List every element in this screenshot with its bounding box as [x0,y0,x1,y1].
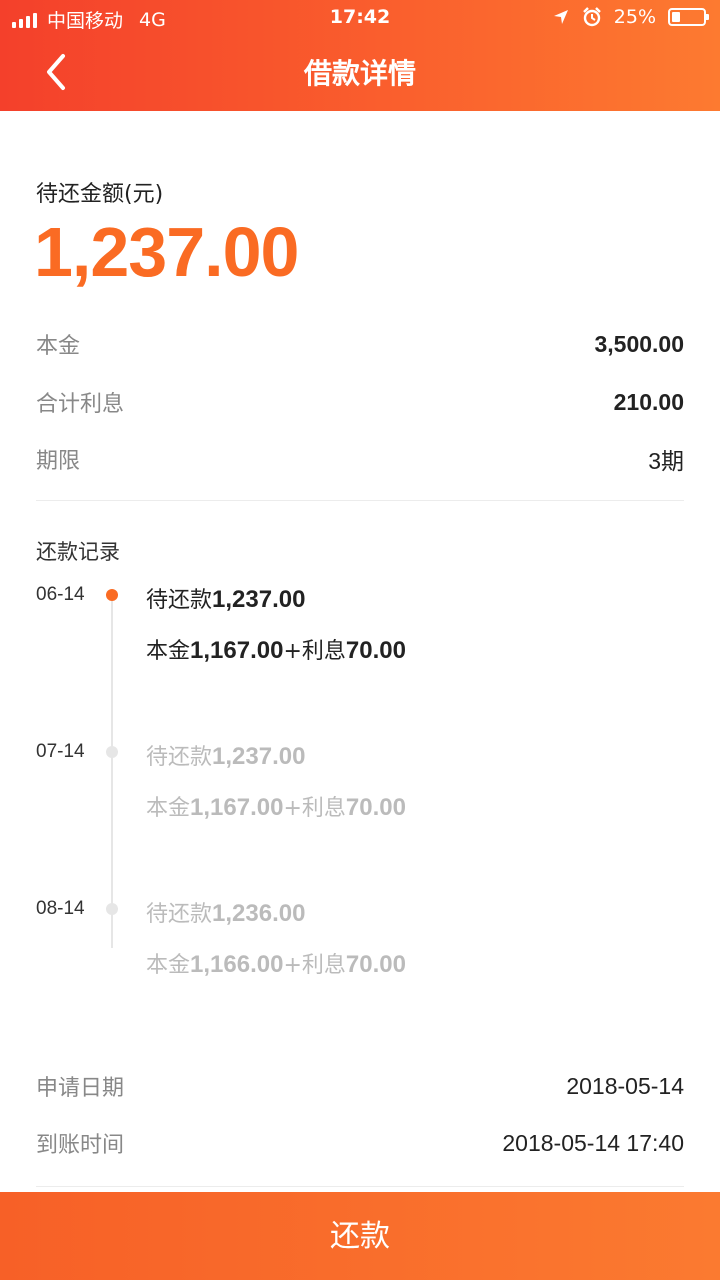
records-title: 还款记录 [36,540,120,564]
record-date: 06-14 [36,584,85,605]
info-row-arrival-time: 到账时间 2018-05-14 17:40 [36,1123,684,1163]
battery-icon [668,8,709,26]
record-principal: 1,167.00 [190,637,284,664]
record-due-prefix: 待还款 [146,588,213,613]
alarm-clock-icon [582,7,601,27]
record-interest-prefix: +利息 [283,796,346,821]
summary-value: 210.00 [613,388,684,415]
timeline-dot [106,903,118,915]
status-bar: 中国移动 4G 17:42 25% [0,0,720,36]
divider [36,500,684,501]
record-breakdown: 本金1,167.00+利息70.00 [146,633,406,665]
summary-value: 3期 [648,448,684,474]
record-due-prefix: 待还款 [146,745,213,770]
location-arrow-icon [553,10,568,24]
amount-value: 1,237.00 [34,213,299,291]
amount-label: 待还金额(元) [36,182,164,207]
info-row-apply-date: 申请日期 2018-05-14 [36,1066,684,1106]
info-value: 2018-05-14 [566,1072,684,1099]
repay-button[interactable]: 还款 [0,1192,720,1280]
info-label: 到账时间 [36,1133,125,1158]
timeline-dot-active [106,589,118,601]
divider [36,1186,684,1187]
record-due: 待还款1,237.00 [146,582,305,614]
record-interest: 70.00 [345,951,406,978]
summary-value: 3,500.00 [594,330,684,357]
record-due-amount: 1,236.00 [212,900,306,927]
summary-row-principal: 本金 3,500.00 [36,324,684,364]
record-principal: 1,166.00 [190,951,284,978]
record-interest-prefix: +利息 [283,639,346,664]
record-due: 待还款1,237.00 [146,739,305,771]
info-label: 申请日期 [36,1076,125,1101]
record-interest: 70.00 [345,794,406,821]
record-due-amount: 1,237.00 [212,743,306,770]
battery-percent: 25% [613,6,656,28]
summary-label: 合计利息 [36,392,125,417]
record-due-amount: 1,237.00 [212,586,306,613]
record-breakdown: 本金1,167.00+利息70.00 [146,790,406,822]
summary-label: 期限 [36,449,81,474]
record-breakdown: 本金1,166.00+利息70.00 [146,947,406,979]
summary-row-interest: 合计利息 210.00 [36,382,684,422]
info-value: 2018-05-14 17:40 [502,1129,684,1156]
summary-row-term: 期限 3期 [36,439,684,479]
record-principal-prefix: 本金 [146,796,191,821]
record-due: 待还款1,236.00 [146,896,305,928]
record-principal: 1,167.00 [190,794,284,821]
record-date: 08-14 [36,898,85,919]
record-interest: 70.00 [345,637,406,664]
record-due-prefix: 待还款 [146,902,213,927]
timeline-dot [106,746,118,758]
page-title: 借款详情 [303,57,416,90]
record-date: 07-14 [36,741,85,762]
record-principal-prefix: 本金 [146,639,191,664]
record-principal-prefix: 本金 [146,953,191,978]
summary-label: 本金 [36,334,81,359]
app-header: 中国移动 4G 17:42 25% 借款详情 [0,0,720,111]
record-interest-prefix: +利息 [283,953,346,978]
timeline-line [111,596,113,948]
